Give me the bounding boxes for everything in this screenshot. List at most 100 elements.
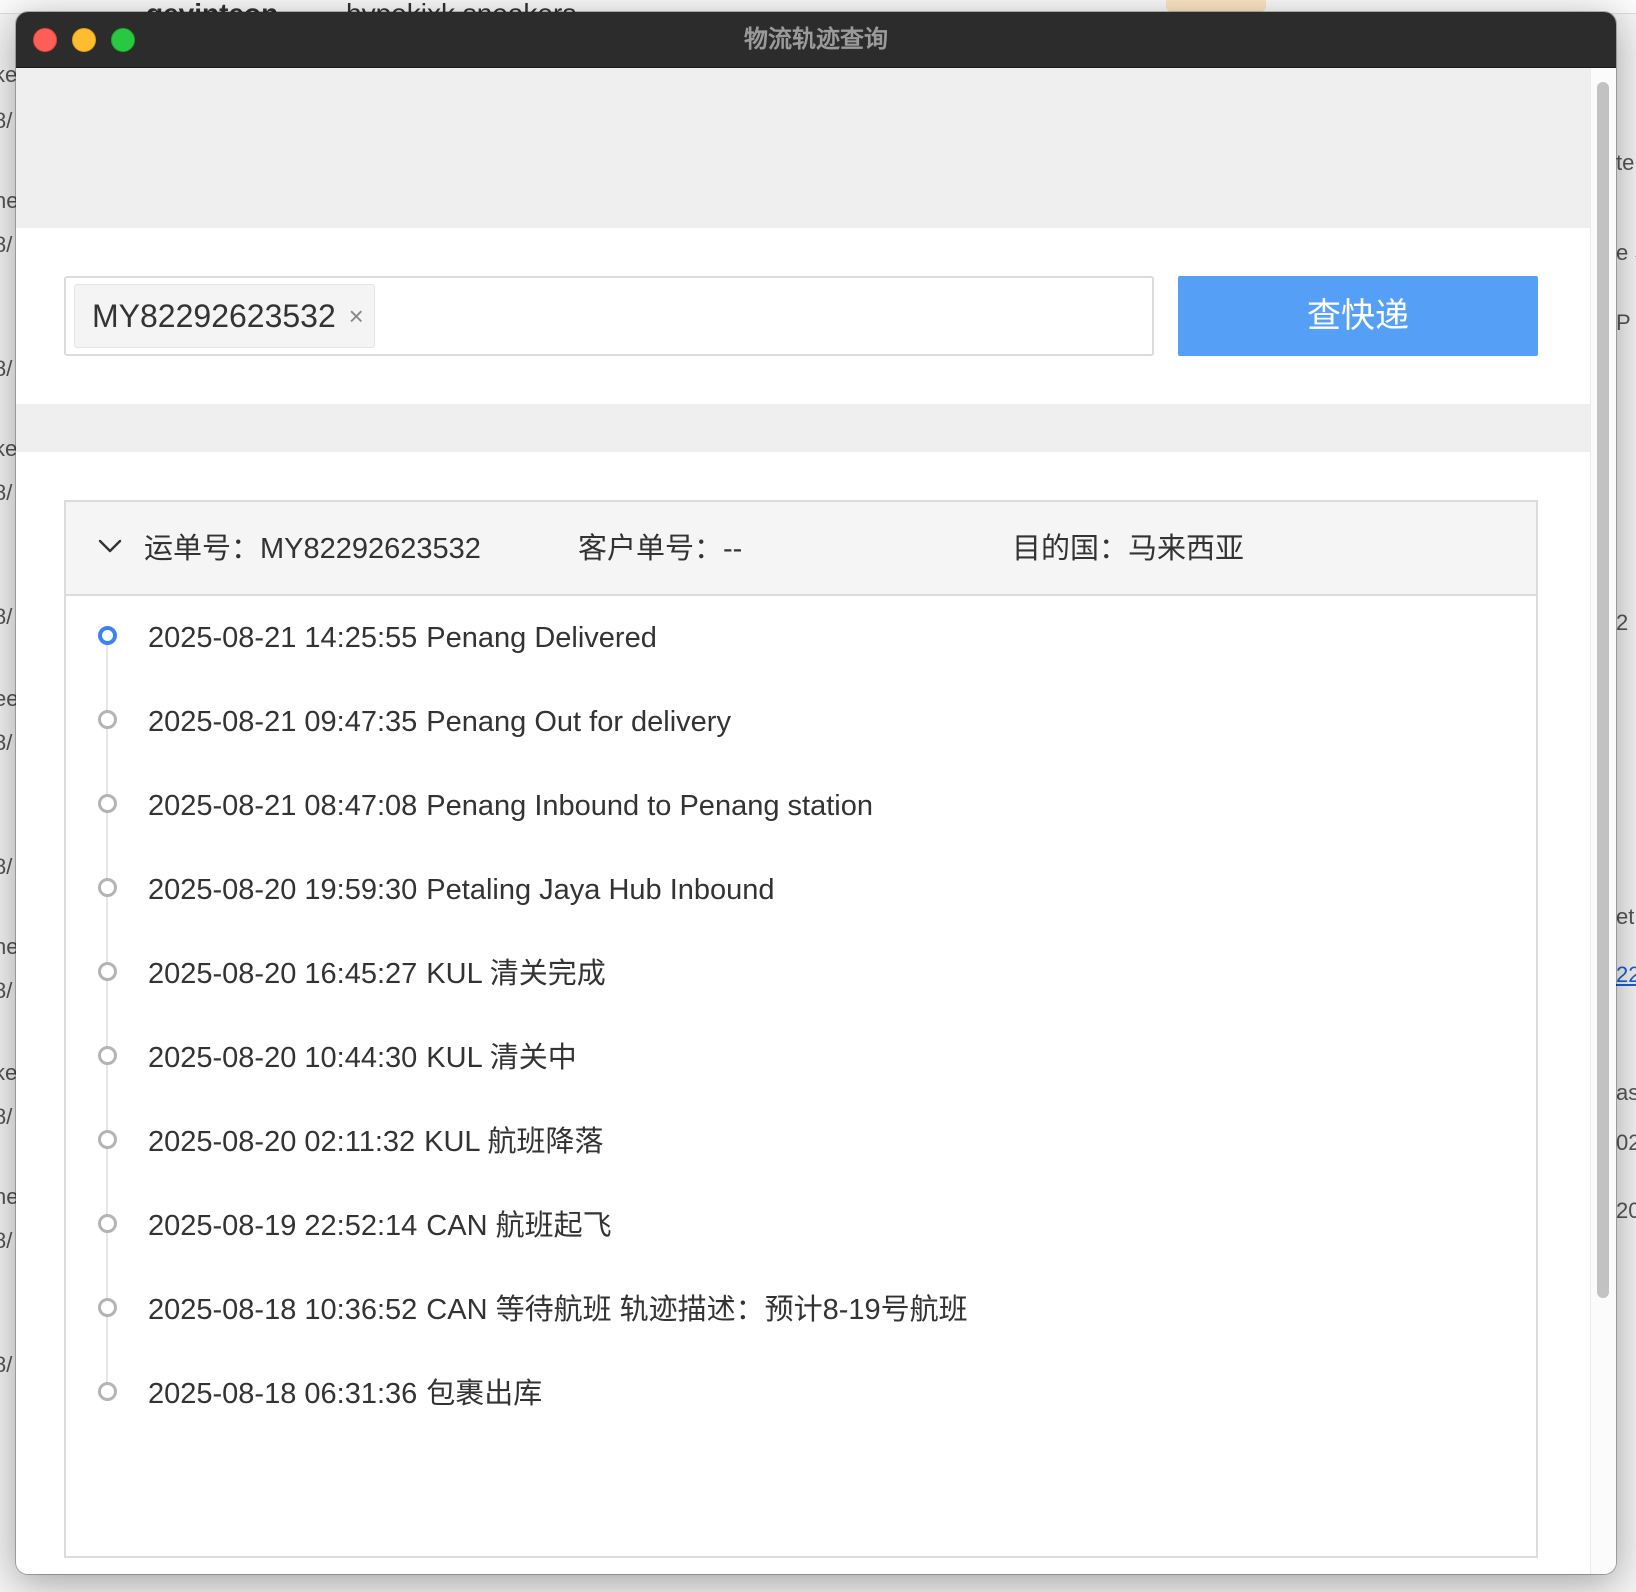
timeline-event: 2025-08-18 06:31:36 包裹出库 <box>148 1352 542 1436</box>
close-icon[interactable]: × <box>349 285 364 347</box>
event-description: Penang Inbound to Penang station <box>426 790 873 822</box>
destination-label: 目的国： <box>1012 533 1129 565</box>
waybill-label: 运单号： <box>144 533 261 565</box>
background-text-fragment: 8/ <box>0 1352 13 1377</box>
timeline-item: 2025-08-19 22:52:14 CAN 航班起飞 <box>66 1184 1536 1268</box>
background-text-fragment: 02 <box>1616 1130 1636 1155</box>
background-text-fragment: 8/ <box>0 604 13 629</box>
timeline-dot <box>98 794 117 813</box>
background-text-fragment: 8/ <box>0 730 13 755</box>
background-text-fragment: 20 <box>1616 1198 1636 1223</box>
event-description: KUL 清关完成 <box>426 958 606 990</box>
customer-number: 客户单号：-- <box>578 502 742 596</box>
background-text-fragment: 8/ <box>0 232 13 257</box>
timeline-item: 2025-08-20 19:59:30 Petaling Jaya Hub Inb… <box>66 848 1536 932</box>
timeline-item: 2025-08-20 10:44:30 KUL 清关中 <box>66 1016 1536 1100</box>
timeline-dot <box>98 1046 117 1065</box>
background-text-fragment: ne <box>0 1184 16 1209</box>
main-content: MY82292623532 × 查快递 运单号：MY82292623532 客户… <box>16 68 1590 1574</box>
vertical-scrollbar[interactable] <box>1590 68 1616 1574</box>
timeline-dot <box>98 1382 117 1401</box>
event-time: 2025-08-21 08:47:08 <box>148 790 418 822</box>
event-time: 2025-08-18 06:31:36 <box>148 1378 418 1410</box>
timeline-item: 2025-08-21 09:47:35 Penang Out for delive… <box>66 680 1536 764</box>
event-time: 2025-08-20 19:59:30 <box>148 874 418 906</box>
customer-number-label: 客户单号： <box>578 533 724 565</box>
event-time: 2025-08-21 09:47:35 <box>148 706 418 738</box>
tracking-number-tag: MY82292623532 × <box>74 284 375 348</box>
event-description: 包裹出库 <box>426 1378 543 1410</box>
timeline-event: 2025-08-20 02:11:32 KUL 航班降落 <box>148 1100 604 1184</box>
tracking-timeline: 2025-08-21 14:25:55 Penang Delivered 2025… <box>66 596 1536 1496</box>
timeline-event: 2025-08-20 19:59:30 Petaling Jaya Hub Inb… <box>148 848 775 932</box>
destination-value: 马来西亚 <box>1128 533 1245 565</box>
timeline-dot <box>98 626 117 645</box>
waybill-value: MY82292623532 <box>260 533 481 565</box>
customer-number-value: -- <box>723 533 743 565</box>
query-express-button[interactable]: 查快递 <box>1178 276 1538 356</box>
background-text-fragment: 8/ <box>0 1228 13 1253</box>
tracking-number-input[interactable]: MY82292623532 × <box>64 276 1154 356</box>
background-text-fragment: et <box>1616 904 1635 929</box>
timeline-dot <box>98 710 117 729</box>
title-bar[interactable]: 物流轨迹查询 <box>16 12 1616 68</box>
background-text-fragment: ne <box>0 188 16 213</box>
background-text-fragment: 8/ <box>0 854 13 879</box>
chevron-down-icon[interactable] <box>96 532 124 560</box>
timeline-item: 2025-08-21 08:47:08 Penang Inbound to Pen… <box>66 764 1536 848</box>
event-time: 2025-08-20 10:44:30 <box>148 1042 418 1074</box>
timeline-event: 2025-08-19 22:52:14 CAN 航班起飞 <box>148 1184 612 1268</box>
event-time: 2025-08-19 22:52:14 <box>148 1210 418 1242</box>
background-text-fragment: ne <box>0 934 16 959</box>
event-description: CAN 等待航班 轨迹描述：预计8-19号航班 <box>426 1294 968 1326</box>
event-description: Petaling Jaya Hub Inbound <box>426 874 775 906</box>
background-text-fragment: 8/ <box>0 356 13 381</box>
background-status-badge <box>1166 0 1266 12</box>
background-text-fragment: 8/ <box>0 978 13 1003</box>
timeline-event: 2025-08-21 08:47:08 Penang Inbound to Pen… <box>148 764 873 848</box>
background-text-fragment: ee <box>0 686 16 711</box>
event-description: Penang Delivered <box>426 622 657 654</box>
timeline-event: 2025-08-20 10:44:30 KUL 清关中 <box>148 1016 577 1100</box>
window-title: 物流轨迹查询 <box>744 26 888 53</box>
background-text-fragment: e S <box>1616 240 1636 265</box>
background-text-fragment: 8/ <box>0 108 13 133</box>
timeline-item: 2025-08-18 10:36:52 CAN 等待航班 轨迹描述：预计8-19号… <box>66 1268 1536 1352</box>
top-spacer <box>16 68 1590 228</box>
timeline-event: 2025-08-21 09:47:35 Penang Out for delive… <box>148 680 731 764</box>
tracking-number-tag-label: MY82292623532 <box>92 298 336 334</box>
event-description: CAN 航班起飞 <box>426 1210 612 1242</box>
timeline-event: 2025-08-18 10:36:52 CAN 等待航班 轨迹描述：预计8-19号… <box>148 1268 968 1352</box>
timeline-dot <box>98 878 117 897</box>
event-time: 2025-08-18 10:36:52 <box>148 1294 418 1326</box>
timeline-event: 2025-08-20 16:45:27 KUL 清关完成 <box>148 932 606 1016</box>
event-time: 2025-08-21 14:25:55 <box>148 622 418 654</box>
background-text-fragment: as <box>1616 1080 1636 1105</box>
timeline-dot <box>98 962 117 981</box>
background-right-column: te e S P 2 et 22 as 02 20 <box>1616 14 1636 1592</box>
event-description: Penang Out for delivery <box>426 706 731 738</box>
event-time: 2025-08-20 02:11:32 <box>148 1126 416 1158</box>
background-text-fragment: 8/ <box>0 480 13 505</box>
timeline-dot <box>98 1298 117 1317</box>
event-time: 2025-08-20 16:45:27 <box>148 958 418 990</box>
background-left-column: ke 8/ ne 8/ 8/ ke 8/ 8/ ee 8/ 8/ ne 8/ k… <box>0 14 16 1592</box>
waybill-number: 运单号：MY82292623532 <box>144 502 481 596</box>
event-description: KUL 清关中 <box>426 1042 577 1074</box>
section-divider <box>16 404 1590 452</box>
background-text-fragment: ke <box>0 1060 16 1085</box>
result-header[interactable]: 运单号：MY82292623532 客户单号：-- 目的国：马来西亚 <box>66 502 1536 596</box>
scrollbar-thumb[interactable] <box>1597 82 1609 1298</box>
background-text-fragment: P <box>1616 310 1631 335</box>
destination-country: 目的国：马来西亚 <box>1012 502 1244 596</box>
background-text-fragment: te <box>1616 150 1635 175</box>
event-description: KUL 航班降落 <box>424 1126 604 1158</box>
timeline-item: 2025-08-20 02:11:32 KUL 航班降落 <box>66 1100 1536 1184</box>
timeline-item: 2025-08-20 16:45:27 KUL 清关完成 <box>66 932 1536 1016</box>
timeline-item: 2025-08-21 14:25:55 Penang Delivered <box>66 596 1536 680</box>
background-link-fragment[interactable]: 22 <box>1616 962 1636 988</box>
background-text-fragment: ke <box>0 62 16 87</box>
timeline-dot <box>98 1130 117 1149</box>
timeline-item: 2025-08-18 06:31:36 包裹出库 <box>66 1352 1536 1436</box>
timeline-dot <box>98 1214 117 1233</box>
